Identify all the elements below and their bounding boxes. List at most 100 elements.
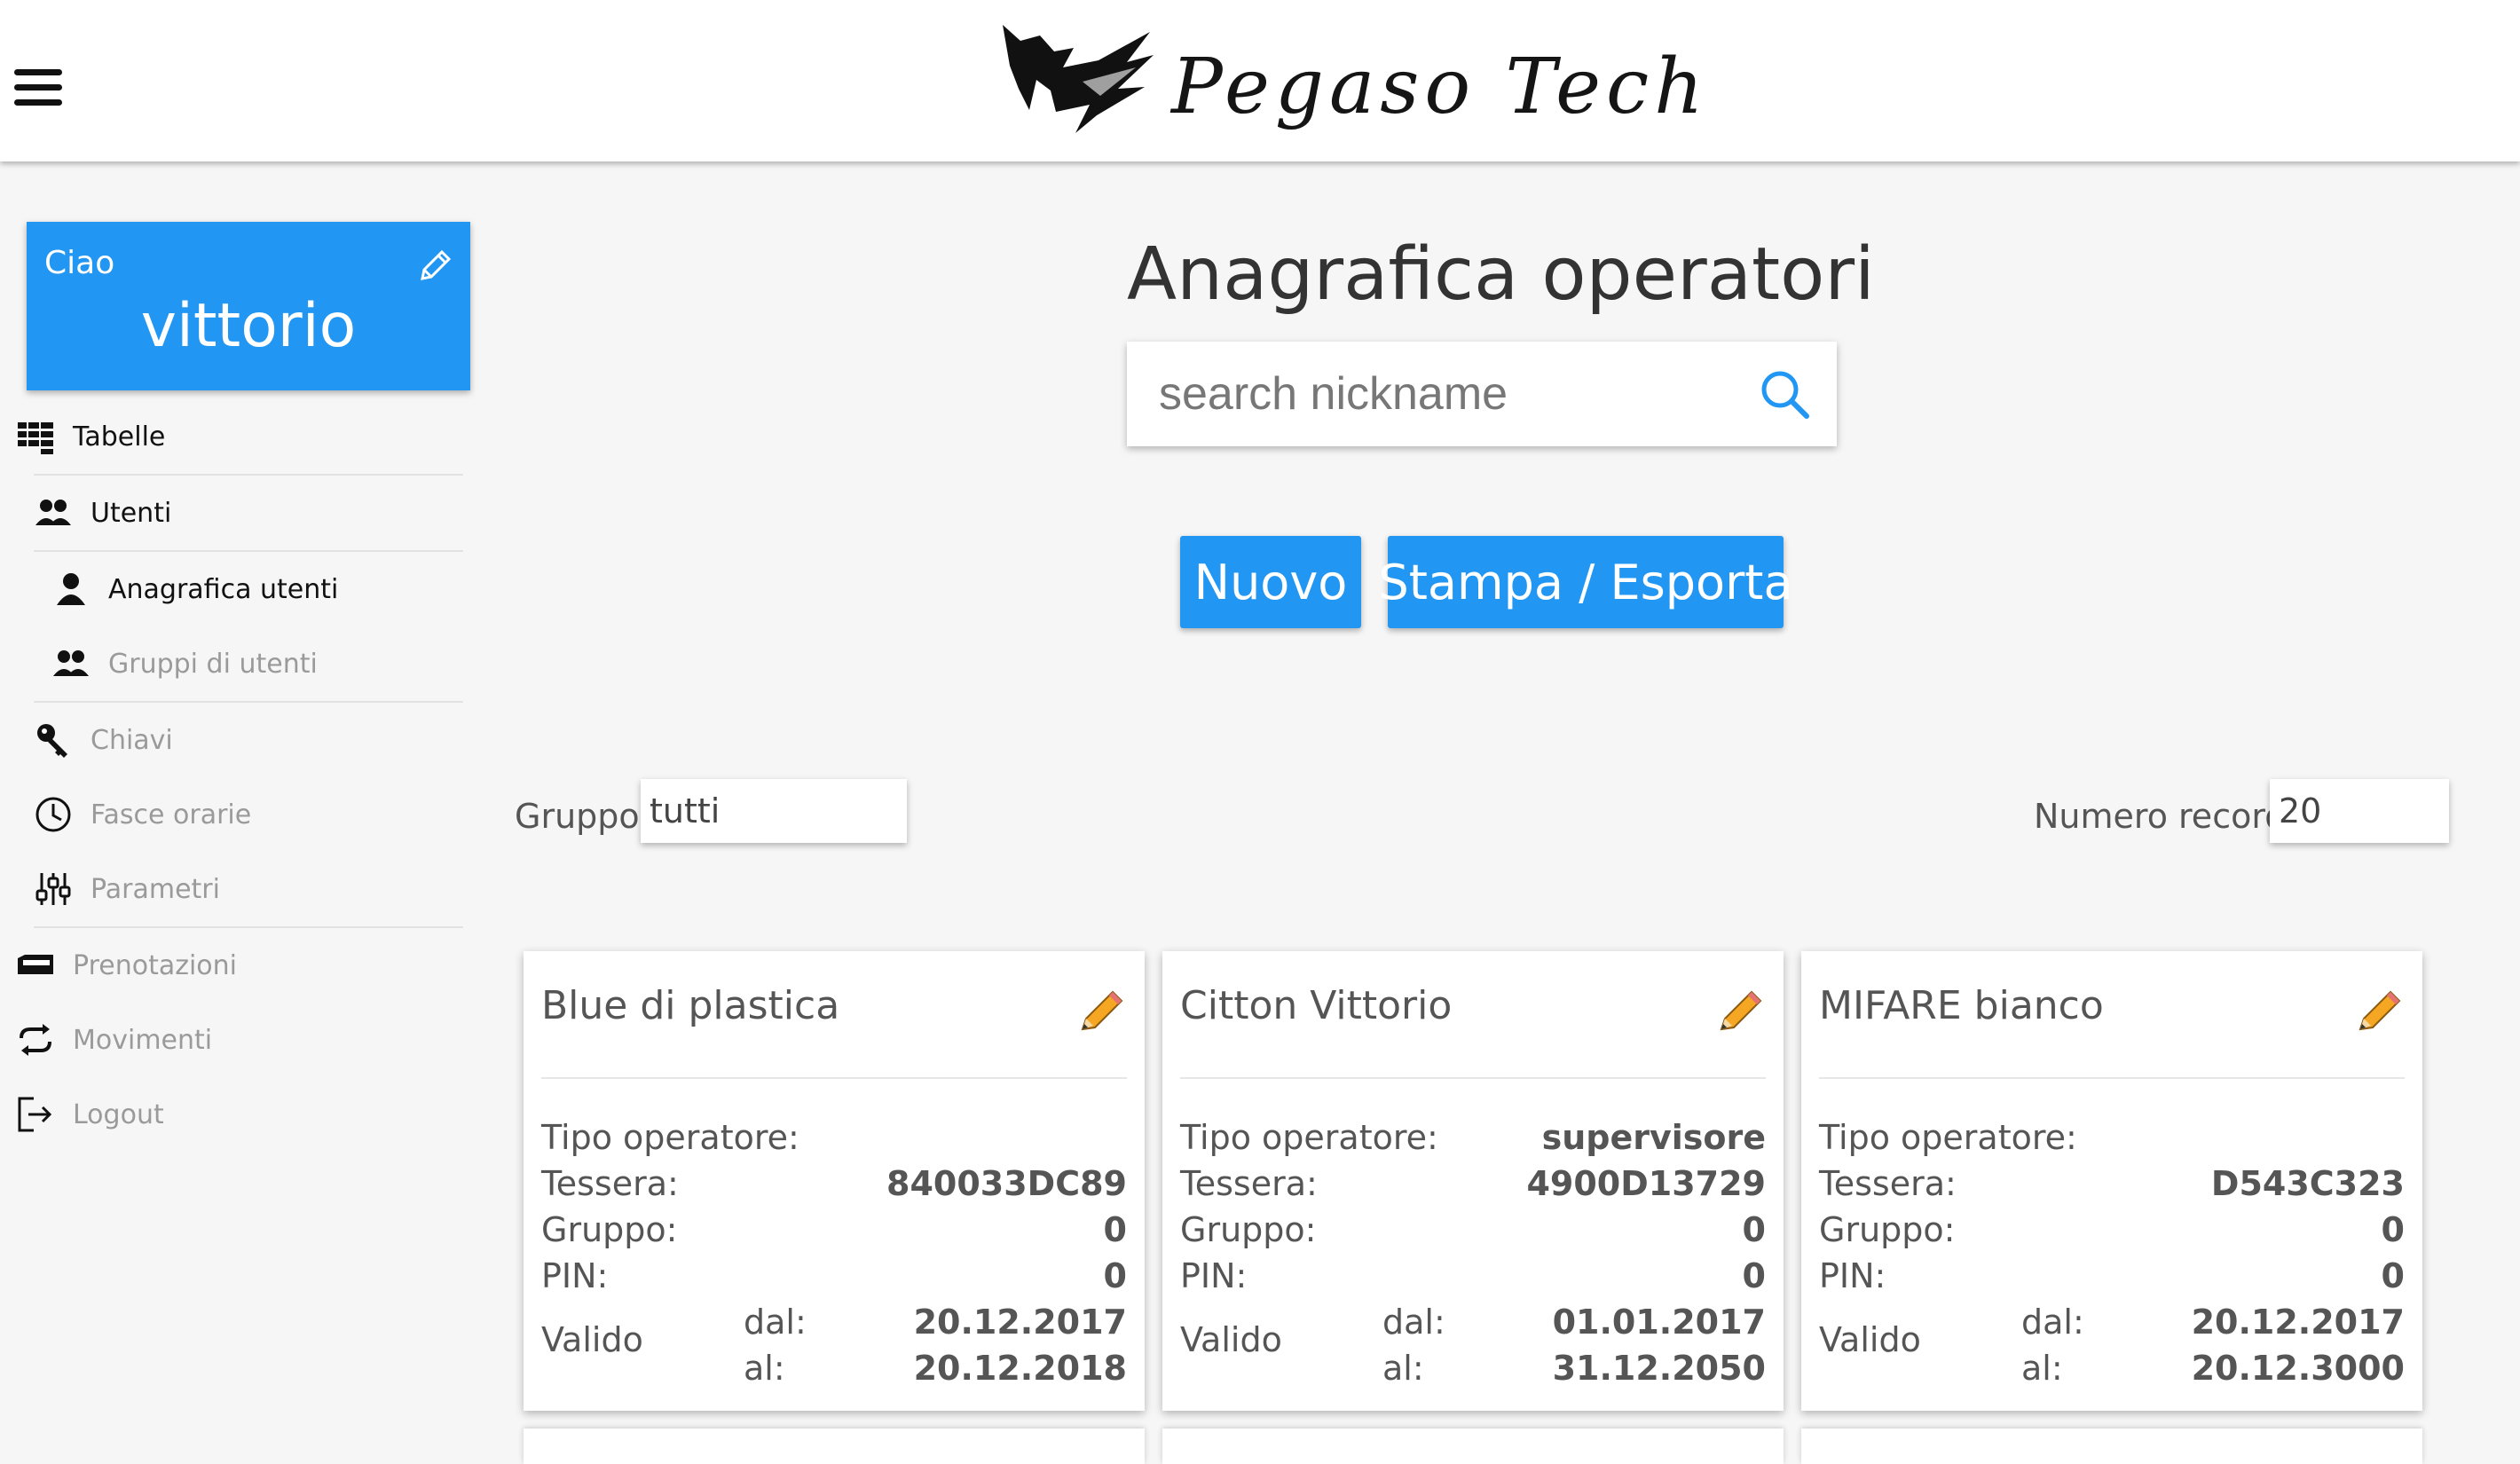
pin-row: PIN: 0 [541, 1256, 1127, 1303]
pin-label: PIN: [1819, 1256, 1886, 1295]
al-row: al: 20.12.3000 [1819, 1349, 2405, 1395]
al-label: al: [2021, 1349, 2063, 1388]
pin-value: 0 [1742, 1256, 1766, 1295]
table-icon [18, 422, 53, 454]
pin-row: PIN: 0 [1180, 1256, 1766, 1303]
sidebar-item-label: Prenotazioni [73, 949, 237, 981]
sliders-icon [35, 873, 71, 905]
operator-card-partial [1801, 1429, 2422, 1464]
records-label: Numero record: [2034, 797, 2298, 836]
tessera-value: 4900D13729 [1526, 1164, 1766, 1203]
tipo-row: Tipo operatore: supervisore [1180, 1118, 1766, 1164]
sidebar-item-anagrafica-utenti[interactable]: Anagrafica utenti [51, 552, 338, 626]
operator-card: Blue di plastica Tipo operatore: Tessera… [524, 951, 1145, 1411]
tipo-row: Tipo operatore: [541, 1118, 1127, 1164]
sidebar-item-movimenti[interactable]: Movimenti [16, 1003, 212, 1077]
logout-icon [18, 1097, 52, 1132]
new-button[interactable]: Nuovo [1180, 536, 1361, 628]
sidebar-item-tabelle[interactable]: Tabelle [16, 399, 165, 474]
card-icon [18, 955, 53, 974]
tessera-label: Tessera: [1819, 1164, 1957, 1203]
search-icon[interactable] [1759, 368, 1810, 420]
operator-card: Citton Vittorio Tipo operatore: superviso… [1162, 951, 1784, 1411]
page-title: Anagrafica operatori [1127, 232, 1875, 317]
tipo-label: Tipo operatore: [541, 1118, 799, 1157]
tessera-value: 840033DC89 [886, 1164, 1127, 1203]
operator-card: MIFARE bianco Tipo operatore: Tessera: D5… [1801, 951, 2422, 1411]
operator-name: Citton Vittorio [1180, 983, 1453, 1028]
tessera-row: Tessera: D543C323 [1819, 1164, 2405, 1210]
sidebar-item-logout[interactable]: Logout [16, 1077, 164, 1152]
sidebar-item-label: Movimenti [73, 1024, 213, 1056]
operator-name: MIFARE bianco [1819, 983, 2104, 1028]
repeat-icon [20, 1024, 51, 1056]
dal-label: dal: [2021, 1303, 2084, 1342]
sidebar-item-label: Fasce orarie [91, 799, 252, 830]
gruppo-value: 0 [1742, 1210, 1766, 1249]
gruppo-label: Gruppo: [1819, 1210, 1956, 1249]
operator-name: Blue di plastica [541, 983, 840, 1028]
search-input[interactable] [1159, 363, 1744, 425]
search-box [1127, 342, 1837, 446]
gruppo-row: Gruppo: 0 [1180, 1210, 1766, 1256]
records-input[interactable]: 20 [2270, 779, 2449, 843]
tessera-row: Tessera: 840033DC89 [541, 1164, 1127, 1210]
user-icon [57, 573, 85, 605]
tipo-label: Tipo operatore: [1819, 1118, 2077, 1157]
sidebar-item-chiavi[interactable]: Chiavi [34, 703, 173, 777]
group-filter-select[interactable]: tutti [641, 779, 907, 843]
sidebar-item-parametri[interactable]: Parametri [34, 852, 220, 926]
al-value: 20.12.3000 [2191, 1349, 2405, 1388]
gruppo-row: Gruppo: 0 [1819, 1210, 2405, 1256]
pencil-icon[interactable] [415, 247, 454, 286]
key-icon [37, 724, 67, 758]
gruppo-value: 0 [1103, 1210, 1127, 1249]
edit-pencil-icon[interactable] [1713, 985, 1766, 1038]
card-divider [1180, 1077, 1766, 1079]
edit-pencil-icon[interactable] [1074, 985, 1127, 1038]
sidebar-item-fasce-orarie[interactable]: Fasce orarie [34, 777, 251, 852]
gruppo-label: Gruppo: [1180, 1210, 1317, 1249]
tessera-value: D543C323 [2210, 1164, 2405, 1203]
al-label: al: [744, 1349, 785, 1388]
brand-logo: Pegaso Tech [994, 16, 1704, 149]
card-divider [541, 1077, 1127, 1079]
users-group-icon [53, 650, 89, 676]
al-value: 31.12.2050 [1552, 1349, 1766, 1388]
dal-value: 20.12.2017 [2191, 1303, 2405, 1342]
dal-label: dal: [1382, 1303, 1445, 1342]
tipo-label: Tipo operatore: [1180, 1118, 1438, 1157]
top-bar: Pegaso Tech [0, 0, 2520, 161]
dal-row: dal: 20.12.2017 [1819, 1303, 2405, 1349]
username: vittorio [140, 291, 357, 361]
al-value: 20.12.2018 [913, 1349, 1127, 1388]
edit-pencil-icon[interactable] [2351, 985, 2405, 1038]
clock-icon [35, 797, 71, 832]
tipo-row: Tipo operatore: [1819, 1118, 2405, 1164]
pin-value: 0 [2381, 1256, 2405, 1295]
dal-value: 20.12.2017 [913, 1303, 1127, 1342]
group-filter-label: Gruppo: [515, 797, 651, 836]
sidebar-item-utenti[interactable]: Utenti [34, 476, 171, 550]
pin-label: PIN: [541, 1256, 609, 1295]
pin-row: PIN: 0 [1819, 1256, 2405, 1303]
sidebar-item-prenotazioni[interactable]: Prenotazioni [16, 928, 237, 1003]
tessera-label: Tessera: [541, 1164, 679, 1203]
users-icon [35, 500, 71, 525]
al-label: al: [1382, 1349, 1424, 1388]
user-card: Ciao vittorio [27, 222, 470, 390]
hamburger-icon[interactable] [14, 69, 62, 106]
greeting: Ciao [44, 245, 115, 281]
sidebar-item-label: Parametri [91, 873, 220, 905]
horse-logo-icon [1003, 25, 1154, 133]
sidebar-item-label: Chiavi [91, 724, 173, 756]
export-button[interactable]: Stampa / Esporta [1378, 536, 1793, 628]
sidebar-item-gruppi-utenti[interactable]: Gruppi di utenti [51, 626, 318, 701]
sidebar-item-label: Logout [73, 1098, 164, 1130]
tessera-row: Tessera: 4900D13729 [1180, 1164, 1766, 1210]
card-divider [1819, 1077, 2405, 1079]
sidebar-item-label: Tabelle [73, 421, 166, 453]
tipo-value: supervisore [1541, 1118, 1766, 1157]
pin-value: 0 [1103, 1256, 1127, 1295]
brand-name: Pegaso Tech [1171, 43, 1709, 131]
